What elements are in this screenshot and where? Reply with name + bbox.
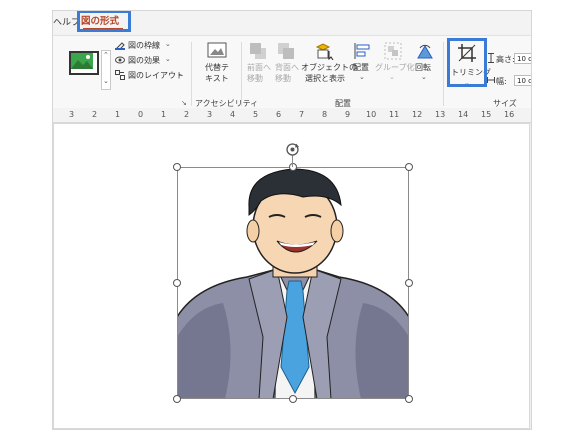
chevron-up-icon[interactable]: ⌃ [103,51,109,59]
picture-border-button[interactable]: 図の枠線 ⌄ [115,39,175,51]
alt-text-label-line1: 代替テ [205,63,229,72]
ruler-label: 1 [161,110,167,119]
align-icon [354,43,370,59]
ruler-label: 5 [253,110,259,119]
ruler-label: 16 [504,110,515,119]
ruler-label: 0 [138,110,144,119]
height-label: 高さ: [496,55,515,64]
alt-text-button[interactable]: 代替テ キスト [199,40,235,90]
dialog-launcher-icon[interactable]: ↘ [181,99,187,107]
resize-handle-top-left[interactable] [173,163,181,171]
ruler-label: 11 [389,110,400,119]
ruler-label: 15 [481,110,492,119]
picture-border-label: 図の枠線 [128,41,160,50]
selection-frame [177,167,409,399]
ruler-label: 7 [299,110,305,119]
chevron-down-icon: ⌄ [165,55,171,63]
picture-effects-button[interactable]: 図の効果 ⌄ [115,54,175,66]
rotate-handle-icon[interactable] [285,142,300,157]
ruler-label: 10 [366,110,377,119]
gallery-scroll[interactable]: ⌃ ⌄ [101,50,111,90]
bring-forward-label-line2: 移動 [247,74,263,83]
width-label: 幅: [496,77,507,86]
ruler-label: 3 [69,110,75,119]
resize-handle-bottom-left[interactable] [173,395,181,403]
tab-help[interactable]: ヘルプ [53,15,80,28]
bring-forward-label-line1: 前面へ [247,63,271,72]
rotate-icon [417,44,433,59]
picture-effects-label: 図の効果 [128,56,160,65]
ruler-label: 1 [115,110,121,119]
slide[interactable] [53,123,530,429]
group-divider [443,42,444,106]
height-input[interactable]: 10 c [514,53,531,64]
ruler-label: 3 [207,110,213,119]
selection-pane-button[interactable]: オブジェクトの 選択と表示 [301,40,357,90]
highlight-crop-button [447,38,487,87]
height-icon [488,53,494,63]
selection-pane-icon [315,43,334,60]
rotate-label: 回転 [415,63,431,72]
send-backward-label-line2: 移動 [275,74,291,83]
picture-style-gallery[interactable] [55,46,99,86]
resize-handle-right[interactable] [405,279,413,287]
horizontal-ruler: 3 2 1 0 1 2 3 4 5 6 7 8 9 10 11 12 13 14… [53,108,531,123]
slide-canvas [53,123,531,429]
alt-text-label-line2: キスト [205,74,229,83]
ruler-label: 8 [322,110,328,119]
alt-text-icon [207,42,227,58]
resize-handle-left[interactable] [173,279,181,287]
group-divider [241,42,242,106]
bring-forward-icon [250,43,266,59]
pen-icon [115,42,125,50]
width-input[interactable]: 10 c [514,75,531,86]
chevron-down-icon: ⌄ [389,73,395,81]
gallery-item-picture-icon[interactable] [69,51,99,75]
align-label: 配置 [353,63,369,72]
ruler-label: 2 [92,110,98,119]
send-backward-label-line1: 背面へ [275,63,299,72]
ruler-label: 12 [412,110,423,119]
ruler-label: 14 [458,110,469,119]
ruler-label: 13 [435,110,446,119]
resize-handle-top[interactable] [289,163,297,171]
align-button[interactable]: 配置 ⌄ [349,40,375,90]
ruler-label: 9 [345,110,351,119]
resize-handle-top-right[interactable] [405,163,413,171]
ruler-label: 6 [276,110,282,119]
rotate-button[interactable]: 回転 ⌄ [411,40,439,90]
send-backward-button: 背面へ 移動 [273,40,301,90]
highlight-picture-format-tab [77,11,131,32]
send-backward-icon [278,43,294,59]
chevron-down-icon: ⌄ [165,40,171,48]
chevron-down-icon: ⌄ [177,70,183,78]
picture-layout-button[interactable]: 図のレイアウト ⌄ [115,69,184,81]
ruler-label: 2 [184,110,190,119]
group-button: グループ化 ⌄ [375,40,415,90]
ruler-label: 4 [230,110,236,119]
group-objects-icon [384,42,402,60]
selection-pane-label-line2: 選択と表示 [305,74,345,83]
chevron-down-icon: ⌄ [421,73,427,81]
group-divider [191,42,192,106]
picture-layout-label: 図のレイアウト [128,71,184,80]
effects-icon [115,56,125,64]
chevron-down-icon[interactable]: ⌄ [103,77,109,85]
layout-icon [115,70,125,80]
app-window: ヘルプ 図の形式 ⌃ ⌄ 図の枠線 ⌄ 図の効果 ⌄ 図のレイアウト ⌄ ↘ 代… [52,10,532,430]
width-icon [487,77,495,83]
chevron-down-icon: ⌄ [359,73,365,81]
bring-forward-button: 前面へ 移動 [245,40,273,90]
group-label: グループ化 [375,63,415,72]
resize-handle-bottom-right[interactable] [405,395,413,403]
resize-handle-bottom[interactable] [289,395,297,403]
